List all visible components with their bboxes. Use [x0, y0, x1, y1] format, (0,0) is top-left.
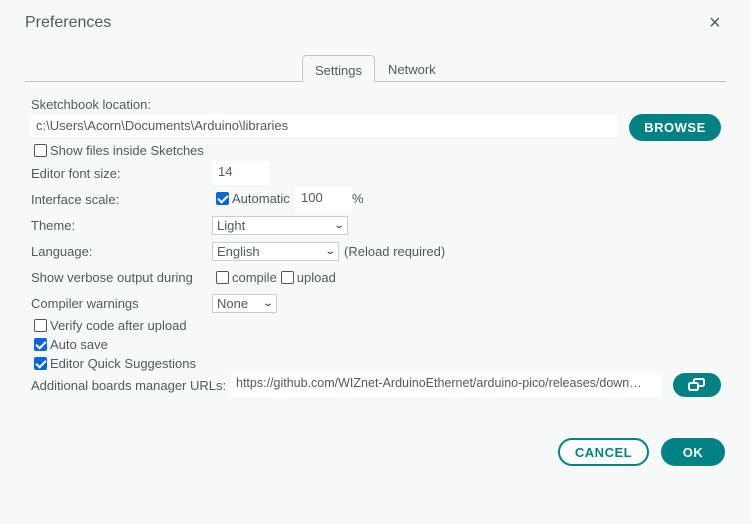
- language-label: Language:: [31, 244, 93, 259]
- theme-value: Light: [217, 218, 246, 233]
- warnings-value: None: [217, 296, 249, 311]
- theme-label: Theme:: [31, 218, 76, 233]
- verbose-compile-checkbox[interactable]: [216, 271, 229, 284]
- sketchbook-input[interactable]: c:\Users\Acorn\Documents\Arduino\librari…: [30, 115, 617, 137]
- window-restore-icon: [688, 378, 705, 391]
- suggestions-checkbox[interactable]: [34, 357, 47, 370]
- chevron-down-icon: ⌄: [261, 298, 274, 309]
- tab-settings[interactable]: Settings: [302, 55, 375, 82]
- warnings-select[interactable]: None ⌄: [212, 294, 277, 313]
- auto-scale-label: Automatic: [232, 191, 290, 206]
- autosave-label: Auto save: [50, 337, 108, 352]
- chevron-down-icon: ⌄: [323, 246, 336, 257]
- dialog-title: Preferences: [25, 14, 112, 31]
- autosave-checkbox[interactable]: [34, 338, 47, 351]
- show-files-label: Show files inside Sketches: [50, 143, 204, 158]
- ok-button[interactable]: OK: [661, 438, 725, 466]
- close-icon[interactable]: ×: [709, 12, 721, 35]
- language-select[interactable]: English ⌄: [212, 242, 339, 261]
- scale-input[interactable]: 100: [295, 187, 352, 211]
- upload-label: upload: [296, 270, 336, 285]
- reload-note: (Reload required): [344, 244, 446, 259]
- compile-label: compile: [232, 270, 277, 285]
- warnings-label: Compiler warnings: [31, 296, 139, 311]
- chevron-down-icon: ⌄: [332, 220, 345, 231]
- boards-label: Additional boards manager URLs:: [31, 378, 227, 393]
- language-value: English: [217, 244, 260, 259]
- theme-select[interactable]: Light ⌄: [212, 216, 348, 235]
- show-files-checkbox[interactable]: [34, 144, 47, 157]
- sketchbook-label: Sketchbook location:: [31, 97, 151, 112]
- verbose-label: Show verbose output during: [31, 270, 193, 285]
- edit-urls-button[interactable]: [673, 373, 721, 397]
- scale-unit: %: [352, 191, 364, 206]
- tab-network[interactable]: Network: [376, 55, 448, 82]
- boards-url-input[interactable]: https://github.com/WIZnet-ArduinoEtherne…: [230, 373, 661, 397]
- font-size-input[interactable]: 14: [212, 161, 269, 185]
- verify-checkbox[interactable]: [34, 319, 47, 332]
- verbose-upload-checkbox[interactable]: [280, 271, 294, 284]
- verify-label: Verify code after upload: [50, 318, 187, 333]
- cancel-button[interactable]: CANCEL: [558, 438, 649, 466]
- suggestions-label: Editor Quick Suggestions: [50, 356, 196, 371]
- auto-scale-checkbox[interactable]: [216, 192, 229, 205]
- browse-button[interactable]: BROWSE: [629, 114, 721, 141]
- font-size-label: Editor font size:: [31, 166, 121, 181]
- scale-label: Interface scale:: [31, 192, 120, 207]
